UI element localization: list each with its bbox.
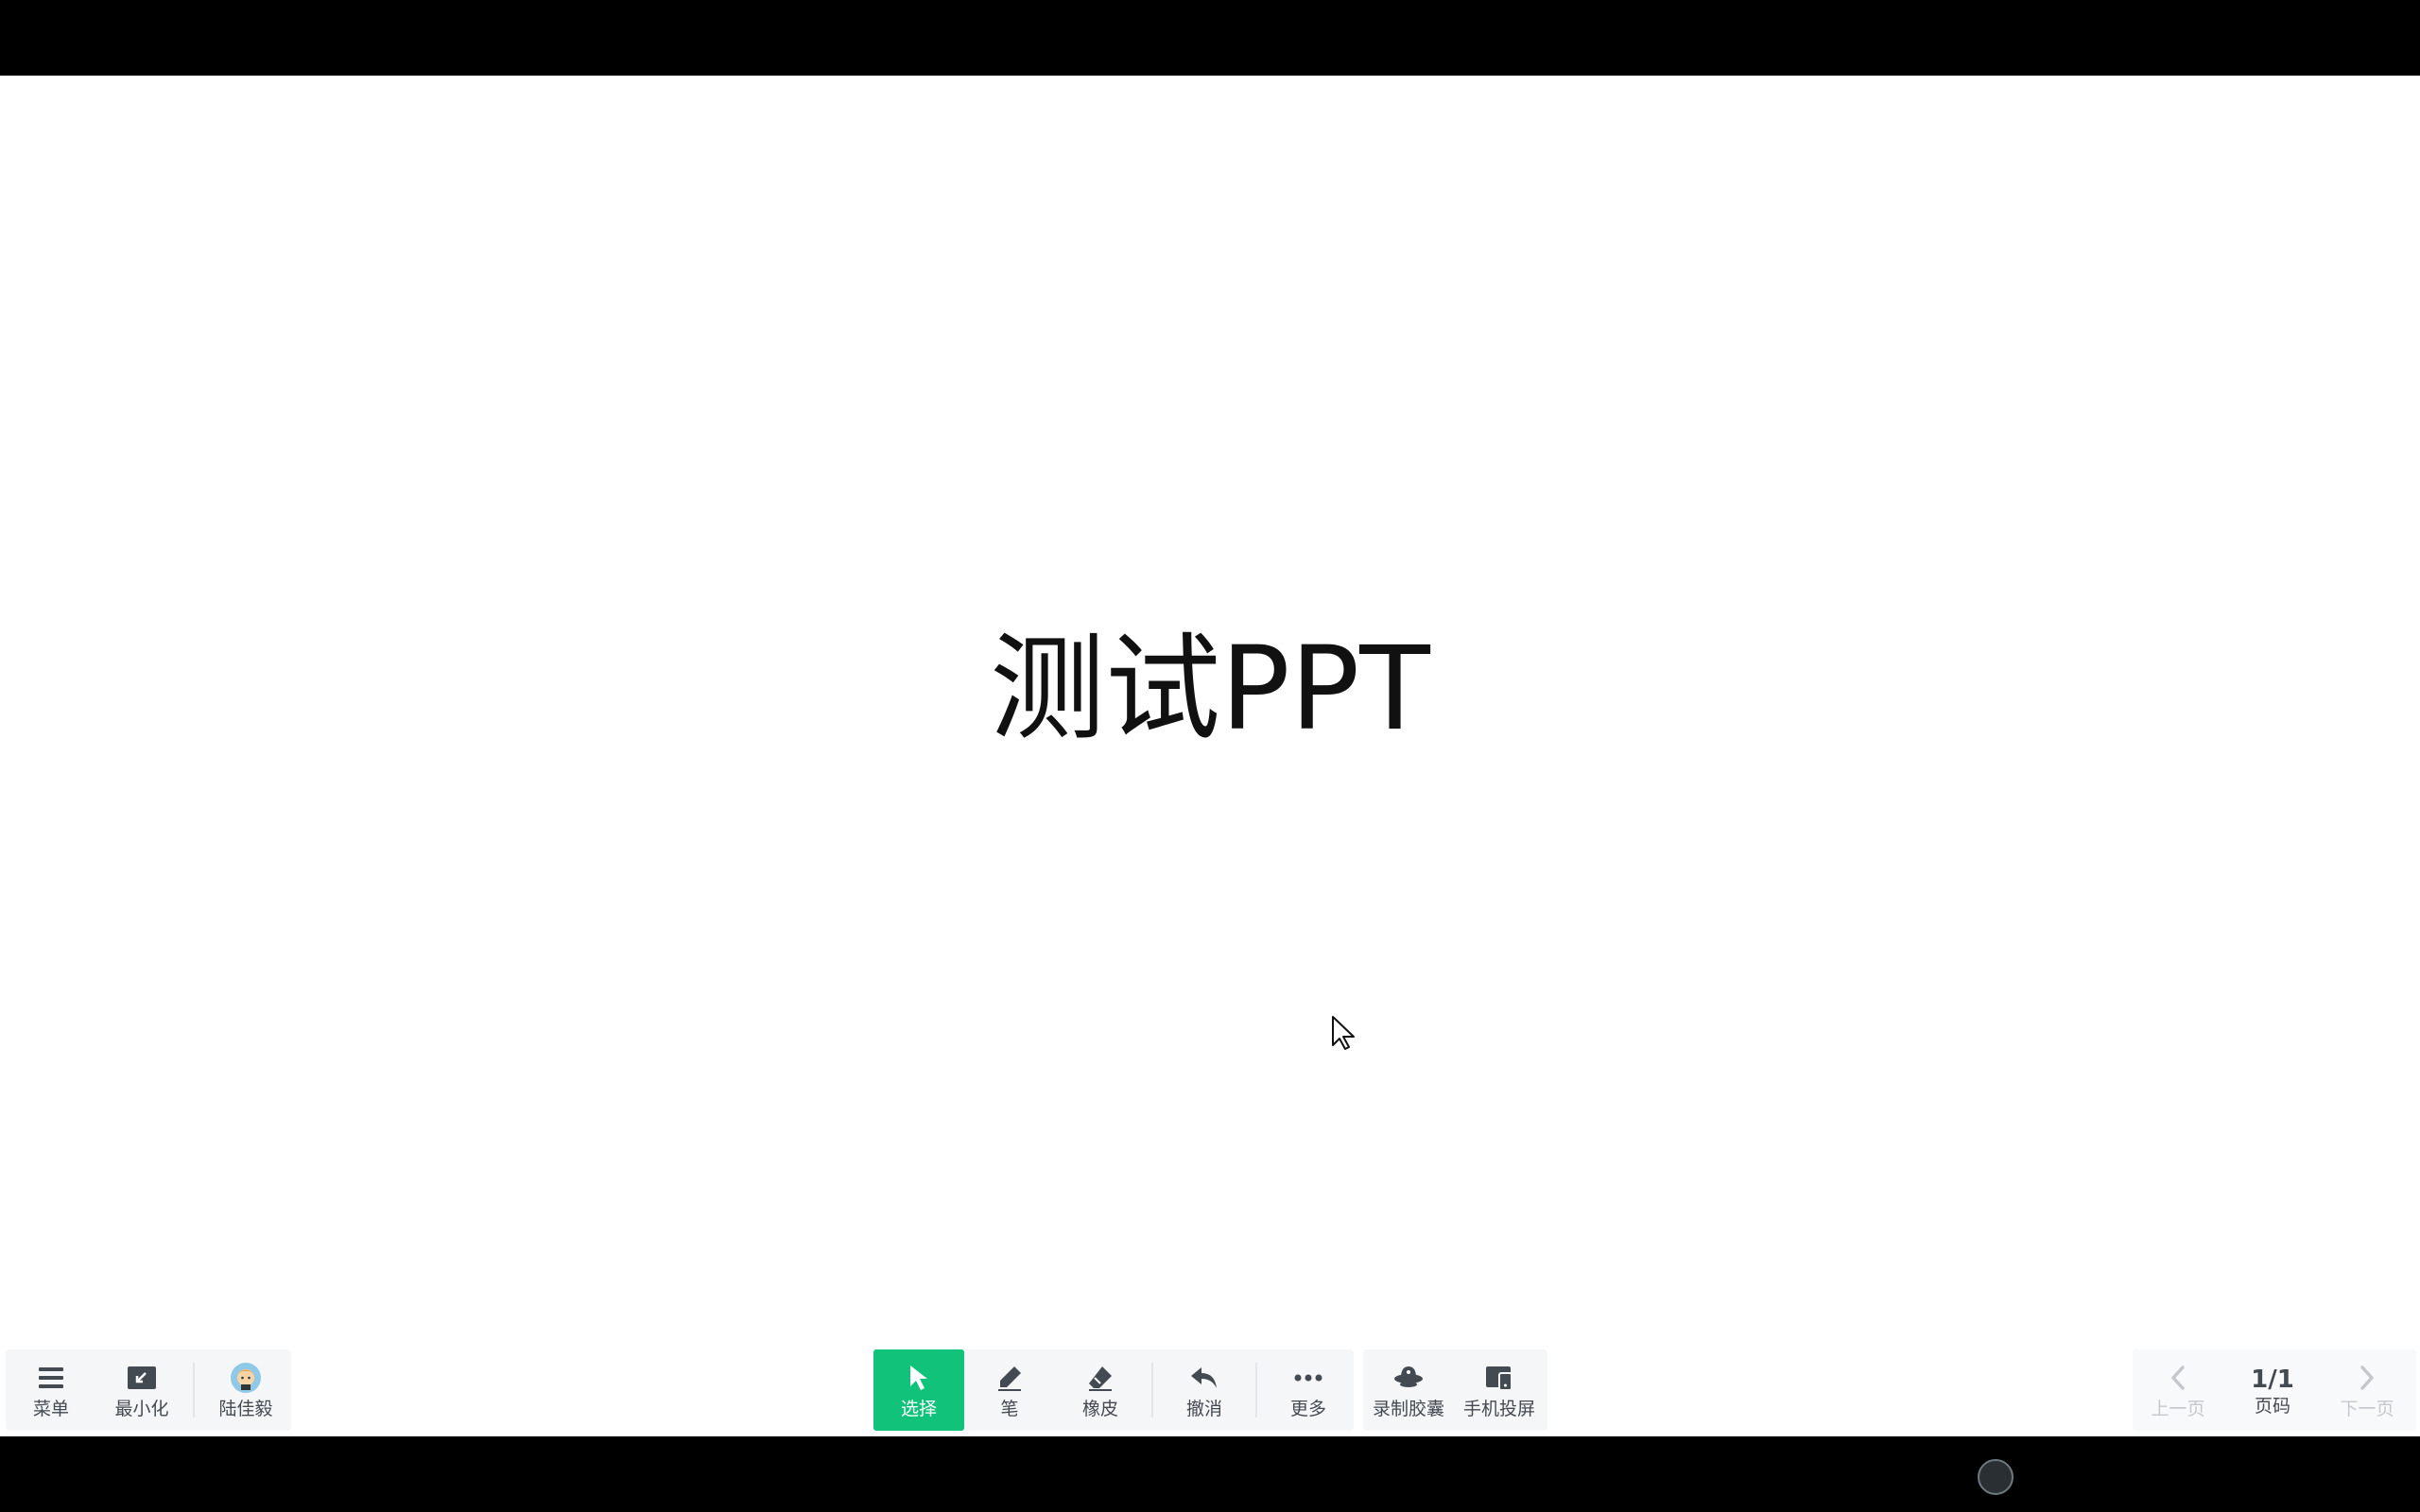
toolbar-left: 菜单 最小化 陆佳毅 <box>6 1349 291 1431</box>
divider <box>1151 1363 1153 1418</box>
screen: 测试PPT 菜单 最小化 陆佳毅 选择 笔 橡皮 撤消 更多 录制胶囊 手机投屏… <box>0 0 2420 1512</box>
toolbar-center: 选择 笔 橡皮 撤消 更多 <box>873 1349 1354 1431</box>
more-label: 更多 <box>1289 1398 1326 1419</box>
divider <box>193 1363 195 1418</box>
page-indicator[interactable]: 1/1 页码 <box>2223 1349 2322 1431</box>
undo-icon <box>1188 1362 1220 1394</box>
chevron-right-icon <box>2351 1362 2383 1394</box>
pointer-icon <box>903 1362 935 1394</box>
prev-page-label: 上一页 <box>2151 1398 2205 1419</box>
prev-page-button[interactable]: 上一页 <box>2133 1349 2223 1431</box>
phone-cast-button[interactable]: 手机投屏 <box>1454 1349 1545 1431</box>
eraser-tool-button[interactable]: 橡皮 <box>1055 1349 1146 1431</box>
eraser-icon <box>1084 1362 1116 1394</box>
pen-icon <box>994 1362 1026 1394</box>
pen-tool-button[interactable]: 笔 <box>964 1349 1055 1431</box>
pen-label: 笔 <box>1000 1398 1019 1419</box>
page-count: 1/1 <box>2251 1366 2294 1394</box>
divider <box>1255 1363 1257 1418</box>
whiteboard-canvas[interactable]: 测试PPT <box>0 76 2420 1436</box>
top-letterbox <box>0 0 2420 76</box>
phone-cast-icon <box>1483 1362 1515 1394</box>
eraser-label: 橡皮 <box>1081 1398 1118 1419</box>
menu-label: 菜单 <box>32 1398 69 1419</box>
user-name: 陆佳毅 <box>218 1398 273 1419</box>
record-capsule-button[interactable]: 录制胶囊 <box>1363 1349 1454 1431</box>
more-icon <box>1292 1362 1324 1394</box>
menu-icon <box>35 1362 67 1394</box>
toolbar-extra: 录制胶囊 手机投屏 <box>1363 1349 1547 1431</box>
select-tool-button[interactable]: 选择 <box>873 1349 964 1431</box>
undo-button[interactable]: 撤消 <box>1159 1349 1250 1431</box>
more-button[interactable]: 更多 <box>1263 1349 1354 1431</box>
cursor-icon <box>1332 1016 1355 1050</box>
next-page-button[interactable]: 下一页 <box>2322 1349 2412 1431</box>
record-capsule-icon <box>1392 1362 1425 1394</box>
minimize-button[interactable]: 最小化 <box>96 1349 187 1431</box>
undo-label: 撤消 <box>1185 1398 1222 1419</box>
floating-app-icon[interactable] <box>1978 1459 2014 1495</box>
slide-title: 测试PPT <box>990 622 1430 756</box>
next-page-label: 下一页 <box>2340 1398 2394 1419</box>
select-label: 选择 <box>900 1398 937 1419</box>
minimize-icon <box>126 1362 158 1394</box>
record-label: 录制胶囊 <box>1372 1398 1444 1419</box>
cast-label: 手机投屏 <box>1462 1398 1535 1419</box>
toolbar-pagination: 上一页 1/1 页码 下一页 <box>2133 1349 2416 1431</box>
user-button[interactable]: 陆佳毅 <box>200 1349 291 1431</box>
page-label: 页码 <box>2254 1396 2290 1417</box>
avatar <box>230 1362 262 1394</box>
minimize-label: 最小化 <box>114 1398 169 1419</box>
chevron-left-icon <box>2162 1362 2194 1394</box>
menu-button[interactable]: 菜单 <box>6 1349 96 1431</box>
bottom-letterbox <box>0 1436 2420 1512</box>
